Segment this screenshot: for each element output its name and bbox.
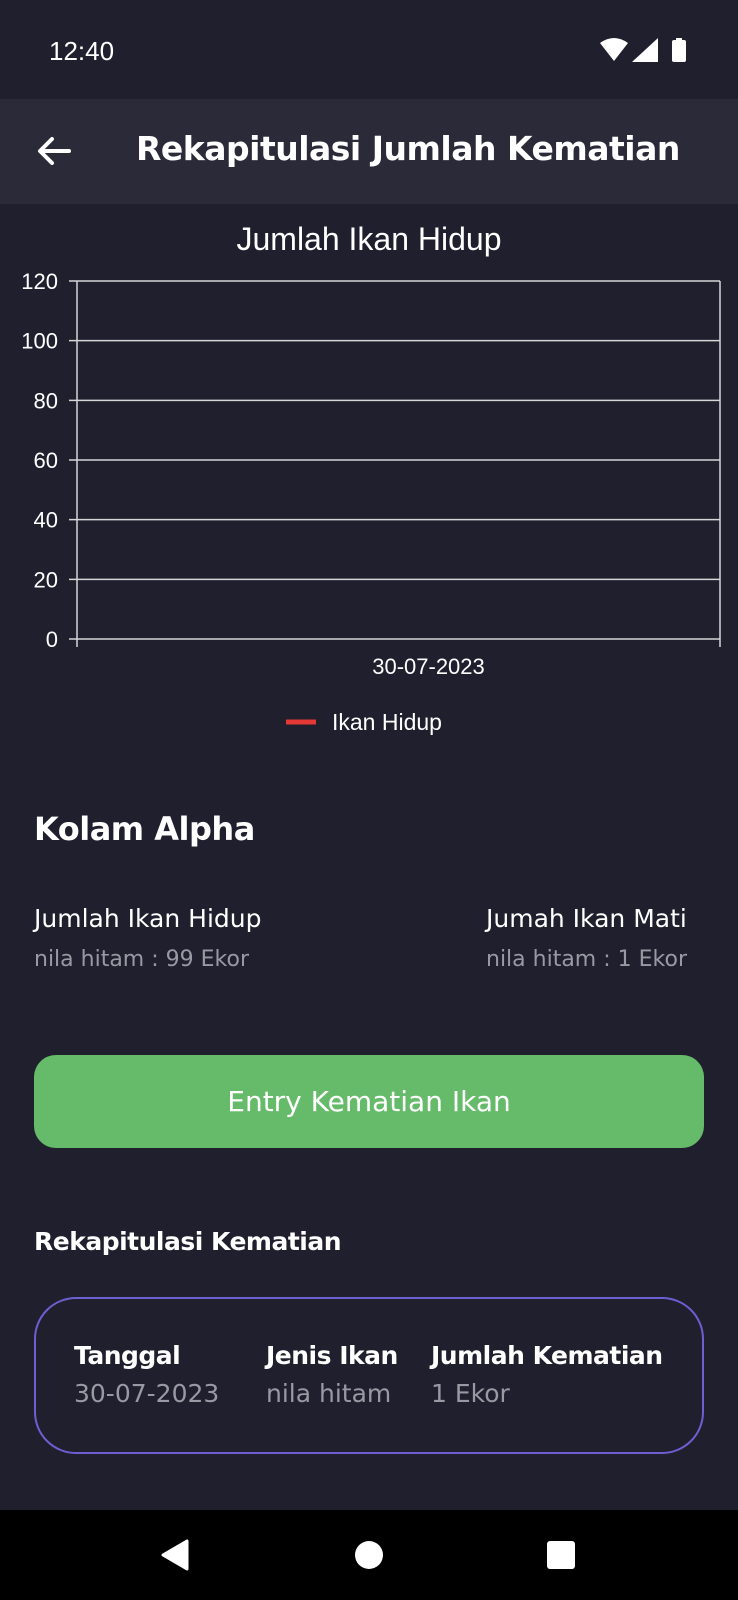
status-time: 12:40 bbox=[49, 36, 115, 66]
cellular-signal-icon bbox=[632, 38, 658, 62]
pond-name: Kolam Alpha bbox=[34, 810, 255, 848]
app-bar: Rekapitulasi Jumlah Kematian bbox=[0, 99, 738, 204]
back-button[interactable] bbox=[30, 127, 78, 175]
recap-date-column: Tanggal 30-07-2023 bbox=[74, 1341, 219, 1408]
y-tick-label: 120 bbox=[21, 269, 58, 294]
system-nav-bar bbox=[0, 1510, 738, 1600]
legend-label: Ikan Hidup bbox=[332, 709, 442, 735]
line-chart: Jumlah Ikan Hidup 0 20 40 60 80 100 120 30-07-20… bbox=[21, 221, 721, 735]
y-tick-label: 20 bbox=[34, 567, 58, 592]
x-tick-label: 30-07-2023 bbox=[372, 654, 485, 679]
y-tick-label: 100 bbox=[21, 329, 58, 354]
wifi-icon bbox=[600, 38, 628, 61]
recap-date-header: Tanggal bbox=[74, 1341, 181, 1370]
recap-heading: Rekapitulasi Kematian bbox=[34, 1227, 342, 1256]
recap-count-column: Jumlah Kematian 1 Ekor bbox=[431, 1341, 663, 1408]
recap-species-value: nila hitam bbox=[266, 1379, 392, 1408]
recap-species-header: Jenis Ikan bbox=[266, 1341, 398, 1370]
arrow-back-icon bbox=[38, 137, 71, 165]
alive-label: Jumlah Ikan Hidup bbox=[34, 904, 262, 933]
dead-label: Jumah Ikan Mati bbox=[486, 904, 687, 933]
nav-home-button[interactable] bbox=[324, 1510, 414, 1600]
recents-square-icon bbox=[547, 1541, 575, 1569]
nav-back-button[interactable] bbox=[130, 1510, 220, 1600]
chart-title: Jumlah Ikan Hidup bbox=[236, 221, 501, 257]
nav-recents-button[interactable] bbox=[516, 1510, 606, 1600]
recap-species-column: Jenis Ikan nila hitam bbox=[266, 1341, 398, 1408]
alive-value: nila hitam : 99 Ekor bbox=[34, 947, 249, 972]
dead-value: nila hitam : 1 Ekor bbox=[486, 947, 687, 972]
battery-icon bbox=[672, 38, 686, 62]
y-tick-label: 80 bbox=[34, 388, 58, 413]
y-tick-label: 40 bbox=[34, 508, 58, 533]
y-tick-label: 0 bbox=[46, 627, 58, 652]
recap-count-header: Jumlah Kematian bbox=[431, 1341, 663, 1370]
page-title: Rekapitulasi Jumlah Kematian bbox=[136, 129, 680, 168]
status-bar: 12:40 bbox=[0, 0, 738, 99]
y-tick-label: 60 bbox=[34, 448, 58, 473]
back-triangle-icon bbox=[161, 1539, 189, 1571]
recap-card[interactable]: Tanggal 30-07-2023 Jenis Ikan nila hitam… bbox=[34, 1297, 704, 1454]
recap-date-value: 30-07-2023 bbox=[74, 1379, 220, 1408]
home-circle-icon bbox=[355, 1541, 383, 1569]
entry-death-button[interactable]: Entry Kematian Ikan bbox=[34, 1055, 704, 1148]
recap-count-value: 1 Ekor bbox=[431, 1379, 510, 1408]
